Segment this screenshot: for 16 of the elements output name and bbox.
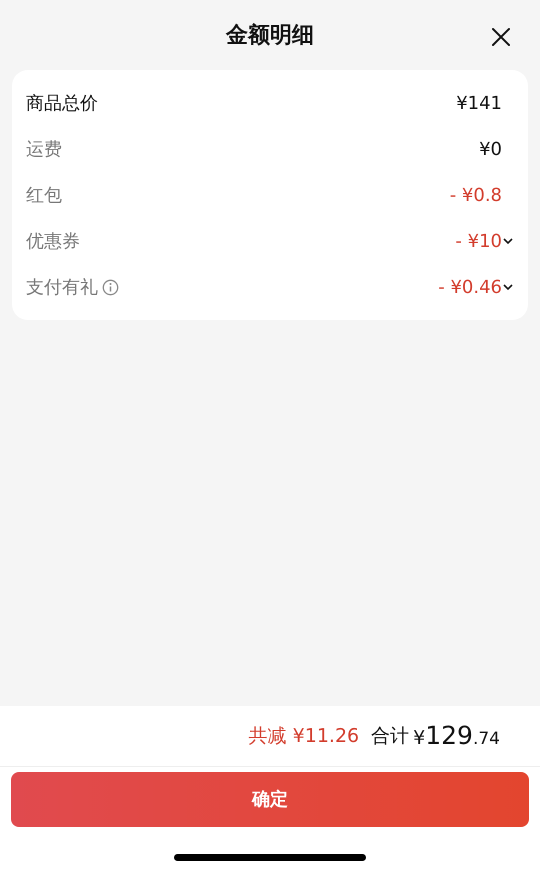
savings-text: 共减 ¥11.26 [248, 724, 360, 749]
total-label: 合计 [371, 724, 410, 749]
row-amount: - ¥0.46 [438, 276, 502, 300]
page-title: 金额明细 [226, 22, 314, 50]
total-amount: ¥129.74 [413, 720, 500, 752]
info-icon[interactable] [102, 278, 119, 296]
confirm-button[interactable]: 确定 [11, 772, 529, 827]
row-label: 商品总价 [26, 92, 98, 116]
row-amount: ¥141 [456, 92, 502, 116]
row-label: 支付有礼 [26, 276, 98, 300]
row-label: 红包 [26, 184, 62, 208]
row-amount: - ¥10 [455, 230, 502, 254]
row-label: 优惠券 [26, 230, 80, 254]
row-amount: ¥0 [479, 138, 502, 162]
row-amount: - ¥0.8 [450, 184, 502, 208]
row-label: 运费 [26, 138, 62, 162]
